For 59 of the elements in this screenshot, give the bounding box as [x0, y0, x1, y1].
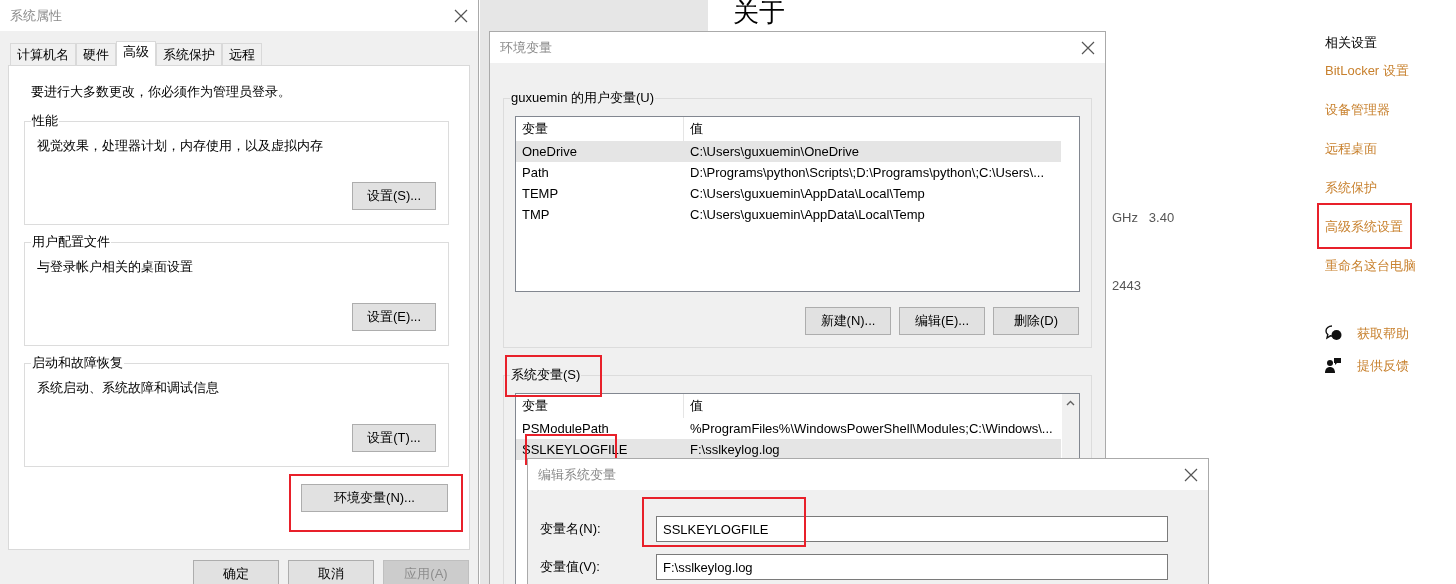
variable-value: C:\Users\guxuemin\AppData\Local\Temp — [689, 205, 925, 224]
variable-name: TEMP — [522, 184, 559, 203]
variable-value: C:\Users\guxuemin\OneDrive — [689, 142, 860, 161]
group-title: 系统变量(S) — [511, 367, 581, 383]
dialog-button[interactable]: 确定 — [193, 560, 279, 584]
list-row[interactable]: TEMP C:\Users\guxuemin\AppData\Local\Temp — [516, 183, 1061, 204]
window-title: 编辑系统变量 — [538, 465, 616, 484]
text-field[interactable]: SSLKEYLOGFILE — [656, 516, 1168, 542]
variable-name: PSModulePath — [522, 419, 609, 438]
column-header: 值 — [689, 120, 704, 139]
dialog-button[interactable]: 取消 — [288, 560, 374, 584]
group-description: 与登录帐户相关的桌面设置 — [37, 259, 193, 275]
column-header: 变量 — [516, 394, 684, 418]
column-header: 值 — [689, 397, 704, 416]
notice-text: 要进行大多数更改，你必须作为管理员登录。 — [31, 84, 292, 100]
window-title: 系统属性 — [10, 6, 62, 25]
field-label: 变量值(V): — [540, 558, 601, 577]
scroll-up-icon[interactable] — [1066, 400, 1075, 406]
spec-text: GHz 3.40 — [1112, 209, 1175, 227]
text-field[interactable]: F:\sslkeylog.log — [656, 554, 1168, 580]
list-row[interactable]: PSModulePath %ProgramFiles%\WindowsPowerShell\Modules;C:\Windows\... — [516, 418, 1061, 439]
variable-value: %ProgramFiles%\WindowsPowerShell\Modules;C:\Windows\... — [689, 419, 1053, 438]
group-description: 视觉效果，处理器计划，内存使用，以及虚拟内存 — [37, 138, 323, 154]
variable-name: TMP — [522, 205, 550, 224]
group-title: 用户配置文件 — [32, 234, 110, 250]
list-row[interactable]: TMP C:\Users\guxuemin\AppData\Local\Temp — [516, 204, 1061, 225]
field-label: 变量名(N): — [540, 520, 602, 539]
group-title: 启动和故障恢复 — [32, 355, 123, 371]
close-icon[interactable] — [454, 8, 468, 23]
group-description: 系统启动、系统故障和调试信息 — [37, 380, 219, 396]
spec-text: 2443 — [1112, 277, 1141, 295]
tab[interactable]: 高级 — [116, 41, 156, 66]
tab[interactable]: 硬件 — [76, 43, 116, 65]
dialog-button[interactable]: 设置(T)... — [352, 424, 436, 452]
tab[interactable]: 远程 — [222, 43, 262, 65]
dialog-button[interactable]: 新建(N)... — [805, 307, 891, 335]
dialog-button[interactable]: 编辑(E)... — [899, 307, 985, 335]
list-row[interactable]: Path D:\Programs\python\Scripts\;D:\Programs\python\;C:\Users\... — [516, 162, 1061, 183]
dialog-button[interactable]: 环境变量(N)... — [301, 484, 448, 512]
tab[interactable]: 系统保护 — [156, 43, 222, 65]
group-title: guxuemin 的用户变量(U) — [511, 90, 655, 106]
tab[interactable]: 计算机名 — [10, 43, 76, 65]
dialog-button[interactable]: 删除(D) — [993, 307, 1079, 335]
window-title: 环境变量 — [500, 38, 552, 57]
variable-value: C:\Users\guxuemin\AppData\Local\Temp — [689, 184, 925, 203]
close-icon[interactable] — [1081, 40, 1095, 55]
help-bubble-icon — [1325, 325, 1342, 343]
dialog-button[interactable]: 设置(E)... — [352, 303, 436, 331]
page-heading: 关于 — [733, 0, 785, 27]
group-title: 性能 — [32, 113, 58, 129]
variable-value: F:\sslkeylog.log — [689, 440, 780, 459]
section-heading: 相关设置 — [1325, 34, 1377, 52]
close-icon[interactable] — [1184, 467, 1198, 482]
person-feedback-icon — [1325, 356, 1342, 374]
variable-name: OneDrive — [522, 142, 577, 161]
variable-value: D:\Programs\python\Scripts\;D:\Programs\python\;C:\Users\... — [689, 163, 1044, 182]
variable-name: Path — [522, 163, 549, 182]
list-row[interactable]: OneDrive C:\Users\guxuemin\OneDrive — [516, 141, 1061, 162]
dialog-button[interactable]: 设置(S)... — [352, 182, 436, 210]
